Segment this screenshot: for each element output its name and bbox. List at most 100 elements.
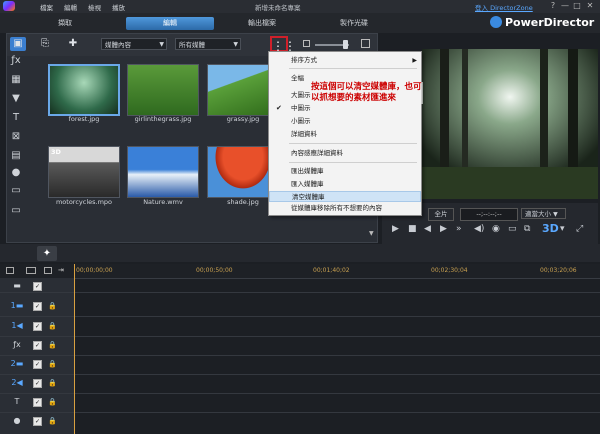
- large-thumb-icon[interactable]: [361, 39, 370, 48]
- menu-label: 中圖示: [291, 104, 311, 112]
- tab-capture[interactable]: 擷取: [45, 17, 85, 30]
- audio-mix-icon[interactable]: ▤: [9, 150, 23, 162]
- media-room-icon[interactable]: ▣: [10, 37, 26, 51]
- title-track-icon: T: [14, 397, 20, 406]
- fit-timeline-icon[interactable]: ⇥: [58, 266, 64, 274]
- menu-content-aware-details[interactable]: 內容感應詳細資料: [269, 148, 421, 159]
- track-row[interactable]: ● ✓ 🔒: [0, 412, 600, 434]
- lock-icon[interactable]: 🔒: [48, 417, 57, 425]
- menu-empty-library[interactable]: 清空媒體庫: [269, 191, 421, 202]
- track-enable-checkbox[interactable]: ✓: [33, 302, 42, 311]
- login-link[interactable]: 登入 DirectorZone: [475, 2, 533, 12]
- track-row[interactable]: 2▬ ✓ 🔒: [0, 355, 600, 375]
- media-thumb-forest[interactable]: [48, 64, 120, 116]
- chevron-right-icon: ▶: [412, 57, 417, 64]
- track-manager-icon[interactable]: [44, 267, 52, 274]
- media-thumb-nature[interactable]: [127, 146, 199, 198]
- title-icon[interactable]: T: [9, 112, 23, 124]
- undock-icon[interactable]: ⧉: [524, 224, 530, 234]
- track-row[interactable]: 1▬ ✓ 🔒: [0, 297, 600, 317]
- menu-edit[interactable]: 編輯: [64, 2, 77, 12]
- import-media-icon[interactable]: ⎘: [37, 37, 53, 51]
- track-row[interactable]: T ✓ 🔒: [0, 393, 600, 413]
- chevron-down-icon[interactable]: ▾: [560, 224, 565, 234]
- maximize-icon[interactable]: □: [572, 1, 582, 11]
- media-label: forest.jpg: [68, 115, 100, 123]
- annotation-note: 按這個可以清空媒體庫，也可以抓想要的素材匯進來: [311, 82, 423, 104]
- 3d-mode-button[interactable]: 3D: [542, 222, 559, 235]
- snapshot-icon[interactable]: ◉: [492, 224, 500, 234]
- particle-icon[interactable]: ▼: [9, 93, 23, 105]
- ruler-tick: 00;03;20;06: [540, 267, 577, 274]
- fx-icon[interactable]: ƒx: [9, 55, 23, 67]
- timeline-view-icon[interactable]: [6, 267, 14, 274]
- next-frame-icon[interactable]: ▶: [440, 224, 447, 234]
- menu-play[interactable]: 播放: [112, 2, 125, 12]
- subtitle-icon[interactable]: ▭: [9, 205, 23, 217]
- lock-icon[interactable]: 🔒: [48, 398, 57, 406]
- fast-forward-icon[interactable]: »: [456, 224, 462, 234]
- track-row[interactable]: 1◀ ✓ 🔒: [0, 317, 600, 337]
- dual-monitor-icon[interactable]: ▭: [508, 224, 517, 234]
- track-enable-checkbox[interactable]: ✓: [33, 379, 42, 388]
- storyboard-view-icon[interactable]: [26, 267, 36, 274]
- tab-produce[interactable]: 輸出檔案: [218, 17, 306, 30]
- 3d-badge: 3D: [51, 148, 61, 156]
- lock-icon[interactable]: 🔒: [48, 341, 57, 349]
- menu-sort-by[interactable]: 排序方式 ▶: [269, 55, 421, 66]
- master-track-icon: ▬: [13, 281, 21, 290]
- menu-remove-unused[interactable]: 從媒體庫移除所有不想要的內容: [269, 203, 421, 214]
- ruler-tick: 00;02;30;04: [431, 267, 468, 274]
- close-icon[interactable]: ✕: [585, 1, 595, 11]
- checkmark-icon: ✔: [276, 104, 282, 112]
- plugin-icon[interactable]: ✚: [65, 37, 81, 51]
- media-filter-dropdown[interactable]: 所有媒體 ▼: [175, 38, 241, 50]
- chapter-icon[interactable]: ▭: [9, 185, 23, 197]
- track-row[interactable]: 2◀ ✓ 🔒: [0, 374, 600, 394]
- menu-details[interactable]: 詳細資料: [269, 129, 421, 140]
- volume-icon[interactable]: ◀): [474, 224, 484, 234]
- menu-file[interactable]: 檔案: [40, 2, 53, 12]
- preview-size-select[interactable]: 適當大小 ▼: [521, 208, 566, 219]
- content-filter-dropdown[interactable]: 媒體內容 ▼: [101, 38, 167, 50]
- prev-frame-icon[interactable]: ◀: [424, 224, 431, 234]
- fullscreen-icon[interactable]: ⤢: [576, 224, 583, 234]
- menu-view[interactable]: 檢視: [88, 2, 101, 12]
- lock-icon[interactable]: 🔒: [48, 360, 57, 368]
- play-icon[interactable]: ▶: [392, 224, 399, 234]
- tab-edit[interactable]: 編輯: [126, 17, 214, 30]
- menu-import-library[interactable]: 匯入媒體庫: [269, 179, 421, 190]
- pip-icon[interactable]: ▦: [9, 74, 23, 86]
- playhead[interactable]: [74, 264, 75, 434]
- view-options-grid-icon[interactable]: ⋮⋮: [270, 36, 296, 53]
- media-thumb-motorcycles[interactable]: 3D: [48, 146, 120, 198]
- stop-icon[interactable]: ■: [408, 224, 417, 234]
- track-enable-checkbox[interactable]: ✓: [33, 341, 42, 350]
- voice-record-icon[interactable]: ●: [9, 167, 23, 179]
- transition-icon[interactable]: ⊠: [9, 131, 23, 143]
- full-movie-button[interactable]: 全片: [428, 208, 454, 221]
- tab-create-disc[interactable]: 製作光碟: [310, 17, 398, 30]
- menu-small-icons[interactable]: 小圖示: [269, 116, 421, 127]
- lock-icon[interactable]: 🔒: [48, 302, 57, 310]
- track-row[interactable]: ƒx ✓ 🔒: [0, 336, 600, 356]
- lock-icon[interactable]: 🔒: [48, 379, 57, 387]
- track-enable-checkbox[interactable]: ✓: [33, 322, 42, 331]
- track-row[interactable]: ▬ ✓: [0, 279, 600, 293]
- track-enable-checkbox[interactable]: ✓: [33, 398, 42, 407]
- track-enable-checkbox[interactable]: ✓: [33, 417, 42, 426]
- lock-icon[interactable]: 🔒: [48, 322, 57, 330]
- menu-medium-icons[interactable]: ✔ 中圖示: [269, 103, 421, 114]
- magic-tool-icon[interactable]: ✦: [37, 246, 57, 261]
- ruler-tick: 00;00;50;00: [196, 267, 233, 274]
- content-filter-value: 媒體內容: [105, 41, 131, 49]
- small-thumb-icon[interactable]: [303, 40, 310, 47]
- thumb-size-slider-handle[interactable]: [343, 40, 348, 49]
- minimize-icon[interactable]: —: [560, 1, 570, 11]
- media-thumb-girlinthegrass[interactable]: [127, 64, 199, 116]
- track-enable-checkbox[interactable]: ✓: [33, 282, 42, 291]
- track-enable-checkbox[interactable]: ✓: [33, 360, 42, 369]
- scroll-down-icon[interactable]: ▼: [369, 230, 374, 237]
- help-icon[interactable]: ?: [548, 1, 558, 11]
- menu-export-library[interactable]: 匯出媒體庫: [269, 166, 421, 177]
